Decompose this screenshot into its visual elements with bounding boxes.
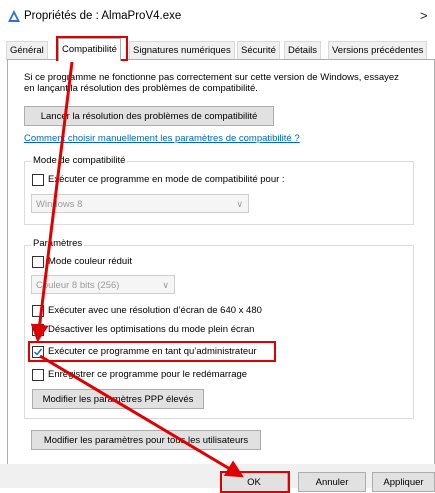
close-icon[interactable]: > — [420, 8, 428, 23]
compat-mode-checkbox-label: Exécuter ce programme en mode de compati… — [48, 174, 285, 185]
compat-mode-label: Mode de compatibilité — [31, 155, 128, 166]
manual-settings-link[interactable]: Comment choisir manuellement les paramèt… — [24, 133, 300, 144]
tab-versions[interactable]: Versions précédentes — [328, 41, 428, 60]
all-users-button[interactable]: Modifier les paramètres pour tous les ut… — [31, 430, 261, 450]
compat-os-value: Windows 8 — [36, 199, 83, 210]
reduced-color-checkbox[interactable] — [32, 256, 44, 268]
app-icon — [8, 10, 20, 22]
register-restart-checkbox[interactable] — [32, 369, 44, 381]
annotation-box-ok — [220, 471, 290, 493]
dialog-footer — [0, 464, 435, 488]
compat-os-select[interactable]: Windows 8 ∨ — [31, 194, 249, 213]
register-restart-label: Enregistrer ce programme pour le redémar… — [48, 369, 248, 380]
chevron-down-icon: ∨ — [162, 280, 169, 290]
tab-general[interactable]: Général — [6, 41, 48, 60]
compat-mode-group — [24, 161, 414, 225]
color-depth-value: Couleur 8 bits (256) — [36, 280, 120, 291]
compat-mode-checkbox[interactable] — [32, 174, 44, 186]
dpi-settings-button[interactable]: Modifier les paramètres PPP élevés — [32, 389, 204, 409]
title-bar: Propriétés de : AlmaProV4.exe > — [0, 0, 435, 30]
apply-button[interactable]: Appliquer — [372, 472, 435, 492]
tab-details[interactable]: Détails — [284, 41, 322, 60]
fullscreen-opt-label: Désactiver les optimisations du mode ple… — [48, 324, 255, 335]
tab-signatures[interactable]: Signatures numériques — [129, 41, 235, 60]
reduced-color-label: Mode couleur réduit — [48, 256, 132, 267]
color-depth-select[interactable]: Couleur 8 bits (256) ∨ — [31, 275, 175, 294]
low-res-checkbox[interactable] — [32, 305, 44, 317]
window-title: Propriétés de : AlmaProV4.exe — [24, 10, 182, 22]
chevron-down-icon: ∨ — [236, 199, 243, 209]
troubleshoot-button[interactable]: Lancer la résolution des problèmes de co… — [24, 106, 274, 126]
cancel-button[interactable]: Annuler — [298, 472, 366, 492]
low-res-label: Exécuter avec une résolution d’écran de … — [48, 305, 262, 316]
tab-compatibilite[interactable]: Compatibilité — [58, 38, 121, 61]
tab-securite[interactable]: Sécurité — [237, 41, 280, 60]
annotation-box-admin — [28, 341, 276, 362]
parametres-label: Paramètres — [31, 238, 85, 249]
fullscreen-opt-checkbox[interactable] — [32, 324, 44, 336]
intro-text: Si ce programme ne fonctionne pas correc… — [24, 72, 399, 94]
